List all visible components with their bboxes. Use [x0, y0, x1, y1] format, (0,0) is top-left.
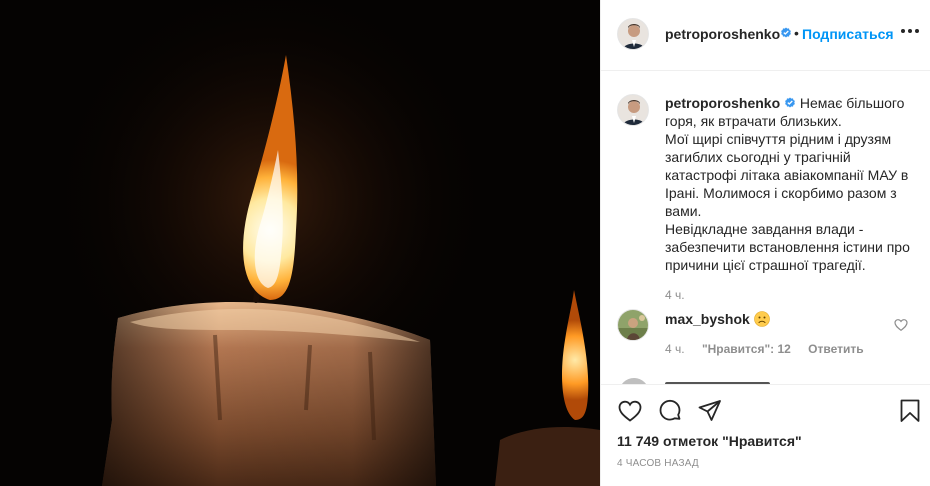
comment-likes-count[interactable]: "Нравится": 12 [702, 342, 791, 356]
caption-author-photo [618, 95, 648, 125]
post-photo[interactable] [0, 0, 600, 486]
bookmark-icon[interactable] [897, 398, 923, 424]
likes-count[interactable]: 11 749 отметок "Нравится" [617, 433, 802, 449]
candle-image [0, 0, 600, 486]
comment-time[interactable]: 4 ч. [665, 342, 685, 356]
caption-author-avatar[interactable] [617, 94, 649, 126]
author-photo [618, 19, 648, 49]
more-options-icon[interactable] [901, 24, 921, 38]
commenter-avatar[interactable] [617, 309, 649, 341]
caption-line-3: Невідкладне завдання влади - забезпечити… [665, 221, 910, 273]
post-actions: 11 749 отметок "Нравится" 4 часов назад [601, 384, 930, 486]
sad-face-emoji-icon [754, 311, 770, 327]
comment-username[interactable]: max_byshok [665, 311, 750, 327]
share-icon[interactable] [697, 398, 723, 424]
comments-section: petroporoshenko Немає більшого горя, як … [601, 72, 930, 384]
author-username[interactable]: petroporoshenko [665, 26, 780, 42]
follow-button[interactable]: Подписаться [802, 26, 894, 42]
verified-badge-icon [785, 97, 795, 108]
comment-icon[interactable] [657, 398, 683, 424]
verified-badge-icon [781, 27, 791, 38]
heart-icon[interactable] [617, 398, 643, 424]
comment-text: max_byshok [665, 311, 770, 327]
post-header: petroporoshenko • Подписаться [601, 0, 930, 71]
post-caption: petroporoshenko Немає більшого горя, як … [665, 94, 917, 274]
caption-time[interactable]: 4 ч. [665, 288, 685, 302]
caption-line-2: Мої щирі співчуття рідним і друзям загиб… [665, 131, 909, 219]
author-avatar[interactable] [617, 18, 649, 50]
post-side-panel: petroporoshenko • Подписаться petroporos… [600, 0, 930, 486]
comment-heart-icon[interactable] [894, 318, 908, 332]
comment-reply-button[interactable]: Ответить [808, 342, 863, 356]
commenter-photo [618, 310, 648, 340]
header-separator: • [794, 25, 799, 41]
comment-meta: 4 ч. "Нравится": 12 Ответить [665, 342, 878, 356]
post-time-ago[interactable]: 4 часов назад [617, 458, 699, 469]
caption-username[interactable]: petroporoshenko [665, 95, 780, 111]
